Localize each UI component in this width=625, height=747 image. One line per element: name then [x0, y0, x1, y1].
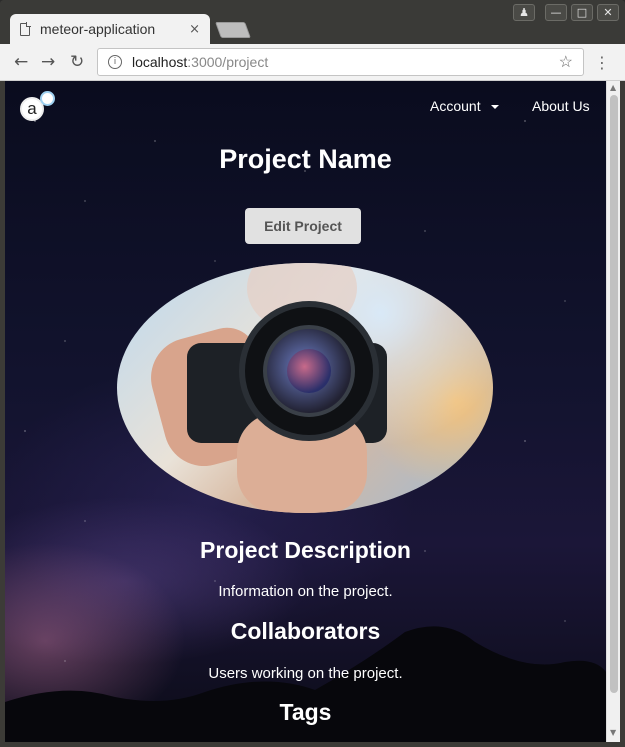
maximize-icon[interactable]: □ [571, 4, 593, 21]
browser-menu-icon[interactable]: ⋮ [594, 53, 610, 72]
vertical-scrollbar[interactable]: ▲ ▼ [606, 81, 620, 742]
url-path: :3000/project [187, 54, 269, 70]
new-tab-button[interactable] [215, 22, 251, 38]
scrollbar-thumb[interactable] [610, 95, 618, 693]
description-text: Information on the project. [218, 583, 393, 600]
project-image [117, 263, 493, 513]
account-label: Account [430, 98, 481, 114]
back-arrow-icon[interactable]: ← [14, 52, 28, 72]
browser-toolbar: ← → ↻ i localhost :3000/project ☆ ⋮ [0, 44, 625, 81]
tags-heading: Tags [279, 699, 332, 725]
caret-down-icon [490, 105, 499, 110]
page-viewport: a Account About Us Project Name Edit Pro… [5, 81, 606, 742]
collaborators-heading: Collaborators [230, 618, 381, 644]
site-logo[interactable]: a [20, 91, 56, 127]
reload-icon[interactable]: ↻ [70, 52, 84, 72]
minimize-icon[interactable]: — [545, 4, 567, 21]
address-bar[interactable]: i localhost :3000/project ☆ [97, 48, 584, 76]
browser-window: meteor-application × ♟ — □ ✕ ← → ↻ i loc… [0, 0, 625, 747]
tab-strip: meteor-application × ♟ — □ ✕ [0, 0, 625, 44]
close-icon[interactable]: ✕ [597, 4, 619, 21]
forward-arrow-icon[interactable]: → [41, 52, 55, 72]
edit-project-button[interactable]: Edit Project [245, 208, 361, 244]
page-icon [20, 22, 31, 36]
scroll-down-icon[interactable]: ▼ [610, 728, 616, 737]
tab-title: meteor-application [40, 21, 156, 37]
about-us-link[interactable]: About Us [532, 98, 590, 114]
logo-dot [40, 91, 55, 106]
scroll-up-icon[interactable]: ▲ [610, 83, 616, 92]
tab-close-icon[interactable]: × [189, 22, 200, 37]
url-host: localhost [132, 54, 188, 70]
description-heading: Project Description [200, 537, 411, 563]
browser-tab[interactable]: meteor-application × [10, 14, 210, 44]
info-icon[interactable]: i [108, 55, 122, 69]
bookmark-star-icon[interactable]: ☆ [559, 52, 573, 72]
user-icon[interactable]: ♟ [513, 4, 535, 21]
collaborators-text: Users working on the project. [208, 665, 403, 682]
account-dropdown[interactable]: Account [430, 98, 499, 114]
window-controls: ♟ — □ ✕ [513, 4, 619, 21]
project-name: Project Name [219, 144, 392, 174]
